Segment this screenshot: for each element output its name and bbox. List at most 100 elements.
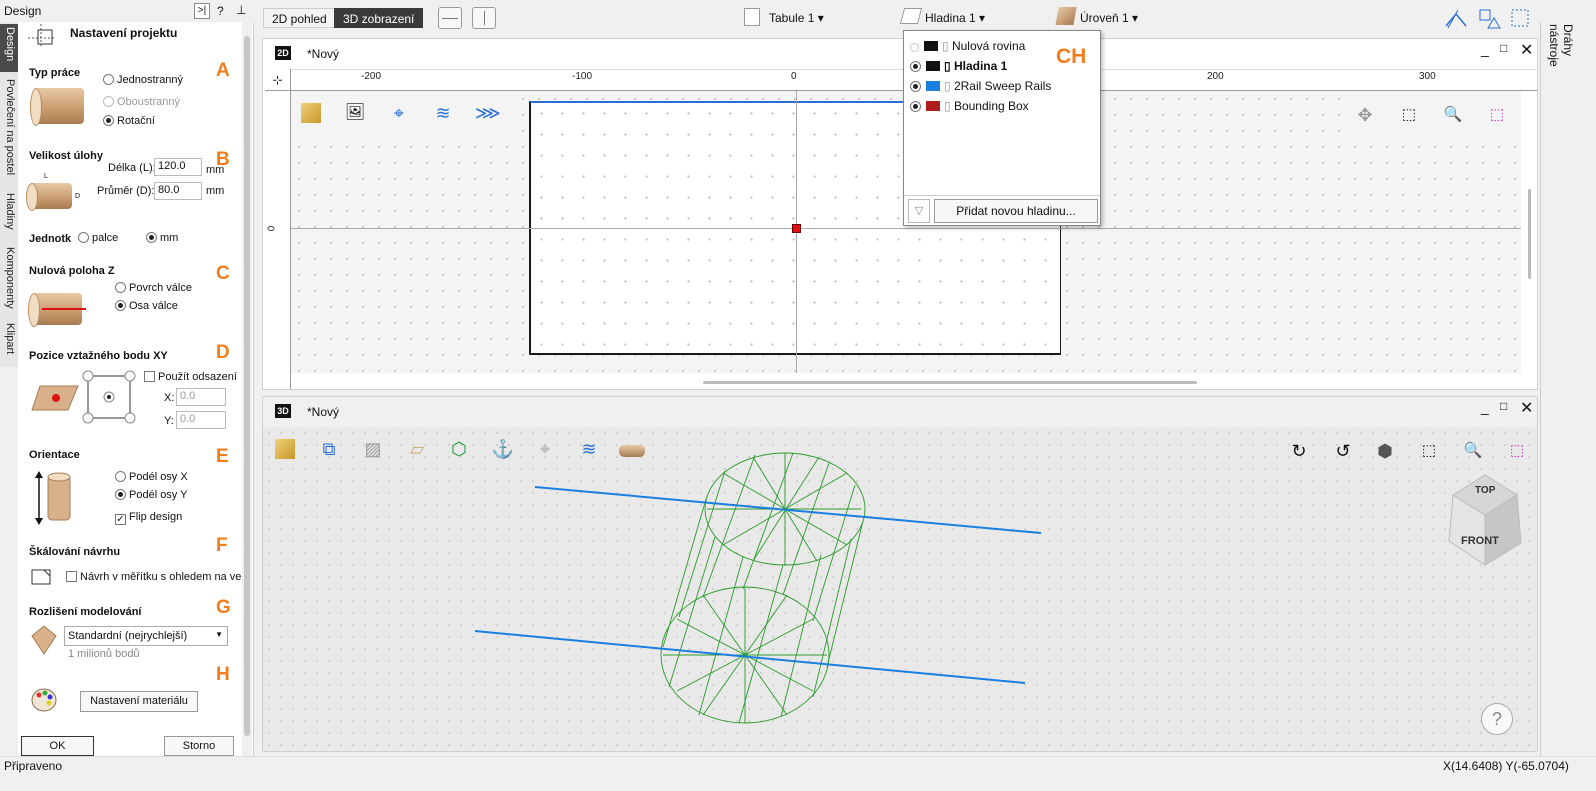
material-setup-icon[interactable] <box>275 439 295 459</box>
tab-layers[interactable]: Hladiny <box>0 190 18 240</box>
view-2d-button[interactable]: 2D pohled <box>263 8 336 28</box>
close-icon[interactable]: ✕ <box>1520 40 1533 60</box>
layer-row-sweep-rails[interactable]: ▯ 2Rail Sweep Rails <box>910 79 1051 97</box>
job-type-rotary[interactable]: Rotační <box>103 115 155 127</box>
rotate-ccw-icon[interactable]: ↺ <box>1331 439 1355 463</box>
diameter-input[interactable]: 80.0 <box>154 182 202 200</box>
offset-x-input[interactable]: 0.0 <box>176 388 226 406</box>
popup-divider <box>904 195 1100 196</box>
status-text: Připraveno <box>4 759 63 773</box>
filter-icon[interactable]: ▽ <box>908 199 930 223</box>
zoom-box-icon[interactable]: ⬚ <box>1397 103 1421 127</box>
material-settings-button[interactable]: Nastavení materiálu <box>80 691 198 712</box>
orientation-y-axis[interactable]: Podél osy Y <box>115 489 188 501</box>
resolution-select[interactable]: Standardní (nejrychlejší) ▼ <box>64 626 228 646</box>
diameter-unit: mm <box>206 185 225 197</box>
zoom-fit-icon[interactable]: 🔍 <box>1441 103 1465 127</box>
view-cube-icon[interactable]: ⬢ <box>1373 439 1397 463</box>
layer-row-bounding-box[interactable]: ▯ Bounding Box <box>910 99 1029 117</box>
view-3d-view-strip: ↻ ↺ ⬢ ⬚ 🔍 ⬚ <box>1287 431 1537 467</box>
section-letter-a: A <box>216 60 230 81</box>
shapes-icon[interactable]: ⧉ <box>317 437 341 461</box>
view-2d-zoom-strip: ✥ ⬚ 🔍 ⬚ <box>1345 95 1521 135</box>
resolution-heading: Rozlišení modelování <box>29 606 142 618</box>
zoom-selection-icon[interactable]: ⬚ <box>1505 439 1529 463</box>
minimize-icon[interactable]: _ <box>1481 399 1489 415</box>
orientation-icon <box>35 471 71 525</box>
maximize-icon[interactable]: □ <box>1500 399 1507 413</box>
view-2d-tool-strip: 🖼 ⌖ ≋ ⋙ <box>291 95 509 135</box>
toolpath-tool-icons[interactable] <box>1444 6 1534 32</box>
minimize-icon[interactable]: _ <box>1481 41 1489 57</box>
help-button[interactable]: ? <box>217 4 224 18</box>
image-icon[interactable]: ▨ <box>361 437 385 461</box>
cancel-button[interactable]: Storno <box>164 736 234 756</box>
zoom-fit-icon[interactable]: 🔍 <box>1461 439 1485 463</box>
ruler-origin-icon[interactable]: ⊹ <box>265 69 291 91</box>
layer-row-zero-plane[interactable]: ▯ Nulová rovina <box>910 39 1025 57</box>
xy-datum-selector[interactable] <box>80 368 138 426</box>
horizontal-scrollbar[interactable] <box>703 381 1197 384</box>
material-setup-icon[interactable] <box>301 103 321 123</box>
ok-button[interactable]: OK <box>21 736 94 756</box>
pin-panel-button[interactable]: ⊥ <box>236 3 246 17</box>
layer-dropdown[interactable]: Hladina 1 ▾ <box>925 11 985 25</box>
tab-bedding[interactable]: Povlečení na postel <box>0 76 18 186</box>
pan-icon[interactable]: ✥ <box>1353 103 1377 127</box>
close-icon[interactable]: ✕ <box>1520 398 1533 418</box>
panel-scroll-thumb[interactable] <box>244 36 250 736</box>
view-3d-button[interactable]: 3D zobrazení <box>334 8 424 28</box>
vector-node-icon[interactable]: ⌖ <box>387 101 411 125</box>
zoom-selection-icon[interactable]: ⬚ <box>1485 103 1509 127</box>
image-icon[interactable]: 🖼 <box>343 101 367 125</box>
maximize-icon[interactable]: □ <box>1500 41 1507 55</box>
orientation-x-axis[interactable]: Podél osy X <box>115 471 188 483</box>
ruler-label: 0 <box>266 225 278 232</box>
job-type-heading: Typ práce <box>29 67 81 79</box>
layers-dropdown-panel: CH ▯ Nulová rovina ▯ Hladina 1 ▯ 2Rail S… <box>903 30 1101 226</box>
ruler-label: -100 <box>572 71 593 82</box>
wave-icon[interactable]: ≋ <box>431 101 455 125</box>
use-offset-checkbox[interactable]: Použít odsazení <box>144 371 237 383</box>
view-cube-top-label[interactable]: TOP <box>1475 485 1495 496</box>
ruler-label: -200 <box>361 71 382 82</box>
level-dropdown[interactable]: Úroveň 1 ▾ <box>1080 11 1138 25</box>
vertical-ruler: 0 <box>265 91 291 389</box>
zoom-box-icon[interactable]: ⬚ <box>1417 439 1441 463</box>
offset-y-input[interactable]: 0.0 <box>176 411 226 429</box>
plane-icon[interactable]: ▱ <box>405 437 429 461</box>
job-type-single-sided[interactable]: Jednostranný <box>103 74 183 86</box>
tab-design[interactable]: Design <box>0 24 18 72</box>
layer-row-layer-1[interactable]: ▯ Hladina 1 <box>910 59 1007 77</box>
vertical-scrollbar[interactable] <box>1528 189 1531 279</box>
origin-marker[interactable] <box>792 224 801 233</box>
units-inches[interactable]: palce <box>78 232 118 244</box>
xy-datum-sheet-icon <box>31 385 79 411</box>
project-settings-icon <box>28 24 54 46</box>
tab-components[interactable]: Komponenty <box>0 244 18 316</box>
multi-wave-icon[interactable]: ⋙ <box>475 101 501 125</box>
units-mm[interactable]: mm <box>146 232 178 244</box>
scale-design-checkbox[interactable]: Návrh v měřítku s ohledem na ve <box>66 571 241 583</box>
split-horizontal-icon[interactable] <box>438 7 462 29</box>
zero-z-surface[interactable]: Povrch válce <box>115 282 192 294</box>
help-icon[interactable]: ? <box>1481 703 1513 735</box>
add-layer-button[interactable]: Přidat novou hladinu... <box>934 199 1098 223</box>
diameter-dimension-label: D <box>75 193 81 200</box>
sheet-dropdown[interactable]: Tabule 1 ▾ <box>769 11 824 25</box>
zero-z-axis[interactable]: Osa válce <box>115 300 178 312</box>
length-label: Délka (L): <box>108 162 156 174</box>
canvas-3d[interactable]: ⧉ ▨ ▱ ⬡ ⚓ ⌖ ≋ ↻ ↺ ⬢ ⬚ 🔍 ⬚ TOP FRONT ? <box>263 427 1537 751</box>
view-cube-front-label[interactable]: FRONT <box>1461 535 1499 547</box>
toolpaths-side-tab[interactable]: Dráhy nástroje <box>1541 22 1575 92</box>
collapse-panel-button[interactable]: >| <box>194 3 210 19</box>
panel-scrollbar[interactable] <box>242 22 252 758</box>
job-type-double-sided[interactable]: Oboustranný <box>103 96 180 108</box>
left-side-tabs: Design Povlečení na postel Hladiny Kompo… <box>0 22 18 367</box>
length-input[interactable]: 120.0 <box>154 158 202 176</box>
rotate-cw-icon[interactable]: ↻ <box>1287 439 1311 463</box>
flip-design-checkbox[interactable]: ✓ Flip design <box>115 511 182 525</box>
tab-clipart[interactable]: Klipart <box>0 320 18 364</box>
blank-size-heading: Velikost úlohy <box>29 150 103 162</box>
split-vertical-icon[interactable] <box>472 7 496 29</box>
